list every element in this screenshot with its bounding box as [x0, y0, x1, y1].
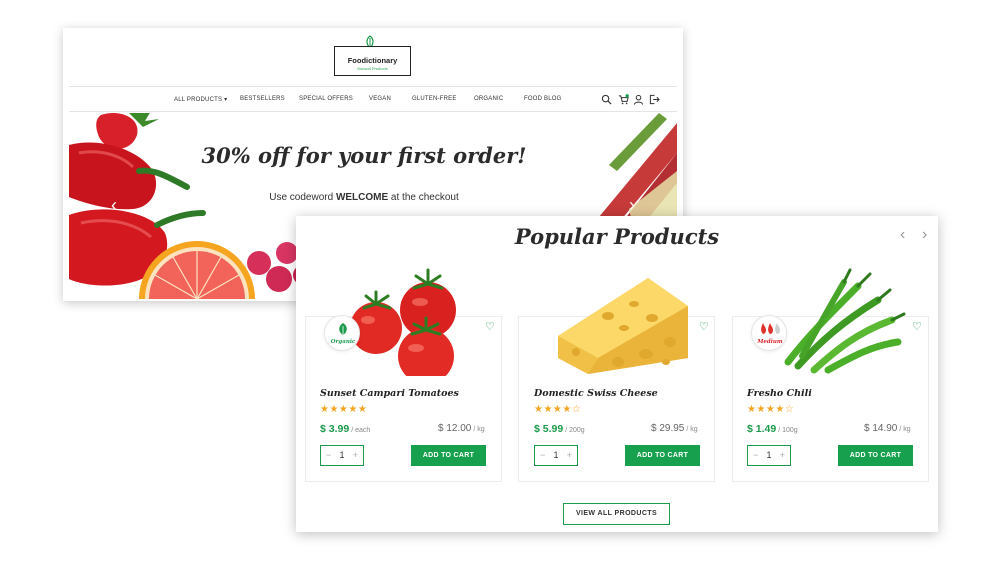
carousel-prev-icon[interactable]: ‹	[900, 226, 905, 244]
nav-label: ALL PRODUCTS	[174, 97, 223, 103]
price-value: $ 5.99	[534, 423, 564, 435]
add-to-cart-button[interactable]: ADD TO CART	[838, 445, 913, 466]
product-price: $ 1.49/ 100g	[747, 423, 798, 435]
logout-icon[interactable]	[649, 94, 660, 105]
price-unit: / 200g	[565, 427, 585, 434]
price-value: $ 29.95	[651, 423, 685, 434]
screenshot-stage: Foodictionary Natural Products ALL PRODU…	[0, 0, 1000, 563]
hero-subtitle-text: Use codeword	[269, 192, 336, 203]
price-value: $ 1.49	[747, 423, 777, 435]
price-per-kg: $ 14.90/ kg	[864, 423, 911, 434]
quantity-stepper[interactable]: − 1 +	[320, 445, 364, 466]
price-unit: / kg	[686, 426, 698, 433]
spice-level-badge: Medium	[751, 315, 787, 351]
price-unit: / kg	[899, 426, 911, 433]
nav-item-organic[interactable]: ORGANIC	[474, 96, 503, 102]
search-icon[interactable]	[601, 94, 612, 105]
product-name[interactable]: Sunset Campari Tomatoes	[320, 388, 459, 399]
price-unit: / each	[351, 427, 371, 434]
product-price: $ 5.99/ 200g	[534, 423, 585, 435]
logo-title: Foodictionary	[347, 56, 398, 65]
price-unit: / 100g	[778, 427, 798, 434]
nav-item-special-offers[interactable]: SPECIAL OFFERS	[299, 96, 353, 102]
user-icon[interactable]	[633, 94, 644, 105]
rating-stars: ★★★★★	[320, 404, 368, 415]
price-per-kg: $ 29.95/ kg	[651, 423, 698, 434]
hero-subtitle: Use codeword WELCOME at the checkout	[69, 192, 659, 203]
hero-next-arrow-icon[interactable]: ›	[629, 195, 635, 216]
badge-label: Organic	[330, 339, 356, 345]
add-to-cart-button[interactable]: ADD TO CART	[411, 445, 486, 466]
main-nav: ALL PRODUCTS ▾ BESTSELLERS SPECIAL OFFER…	[69, 86, 677, 112]
organic-badge: Organic	[324, 315, 360, 351]
product-image-cheese[interactable]	[548, 266, 698, 376]
product-image-tomatoes[interactable]	[336, 266, 486, 376]
leaf-icon	[339, 323, 347, 335]
carousel-next-icon[interactable]: ›	[922, 226, 927, 244]
hero-prev-arrow-icon[interactable]: ‹	[111, 195, 117, 216]
plus-icon[interactable]: +	[567, 450, 572, 460]
price-value: $ 3.99	[320, 423, 350, 435]
heart-icon[interactable]: ♡	[485, 320, 495, 333]
badge-label: Medium	[757, 339, 783, 345]
site-logo[interactable]: Foodictionary Natural Products	[334, 46, 411, 76]
quantity-stepper[interactable]: − 1 +	[747, 445, 791, 466]
nav-item-vegan[interactable]: VEGAN	[369, 96, 391, 102]
nav-item-food-blog[interactable]: FOOD BLOG	[524, 96, 561, 102]
rating-stars: ★★★★☆	[534, 404, 582, 415]
promo-code: WELCOME	[335, 192, 389, 203]
view-all-products-button[interactable]: VIEW ALL PRODUCTS	[563, 503, 670, 525]
product-price: $ 3.99/ each	[320, 423, 370, 435]
add-to-cart-button[interactable]: ADD TO CART	[625, 445, 700, 466]
flame-icon	[761, 323, 780, 334]
product-name[interactable]: Fresho Chili	[747, 388, 812, 399]
hero-title: 30% off for your first order!	[201, 143, 527, 168]
popular-products-window: Popular Products ‹ › Organic Medium ♡ ♡ …	[296, 216, 938, 532]
nav-item-bestsellers[interactable]: BESTSELLERS	[240, 96, 285, 102]
rating-stars: ★★★★☆	[747, 404, 795, 415]
price-unit: / kg	[473, 426, 485, 433]
heart-icon[interactable]: ♡	[699, 320, 709, 333]
plus-icon[interactable]: +	[780, 450, 785, 460]
nav-item-gluten-free[interactable]: GLUTEN-FREE	[412, 96, 457, 102]
hero-subtitle-text: at the checkout	[388, 192, 459, 203]
chevron-down-icon: ▾	[224, 97, 228, 103]
section-title: Popular Products	[514, 224, 720, 249]
price-value: $ 12.00	[438, 423, 472, 434]
plus-icon[interactable]: +	[353, 450, 358, 460]
product-name[interactable]: Domestic Swiss Cheese	[534, 388, 658, 399]
price-value: $ 14.90	[864, 423, 898, 434]
cart-icon[interactable]	[618, 94, 629, 105]
logo-tagline: Natural Products	[357, 67, 388, 71]
quantity-stepper[interactable]: − 1 +	[534, 445, 578, 466]
nav-item-all-products[interactable]: ALL PRODUCTS ▾	[174, 96, 227, 103]
heart-icon[interactable]: ♡	[912, 320, 922, 333]
price-per-kg: $ 12.00/ kg	[438, 423, 485, 434]
